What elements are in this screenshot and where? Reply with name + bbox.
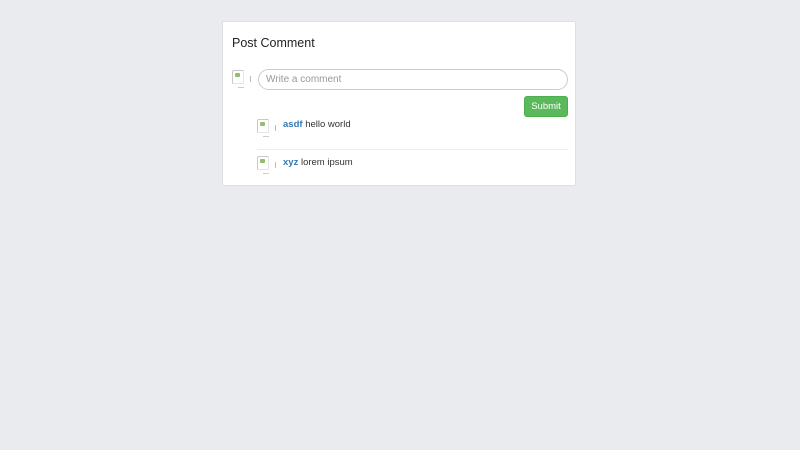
comment-body: asdf hello world bbox=[283, 119, 351, 130]
comment-avatar bbox=[257, 119, 276, 137]
broken-image-icon bbox=[257, 156, 269, 170]
comment-panel: Post Comment Submit asdf hello world xyz bbox=[222, 21, 576, 186]
comment-text: lorem ipsum bbox=[300, 157, 353, 168]
current-user-avatar bbox=[232, 70, 251, 88]
comment-author-link[interactable]: xyz bbox=[283, 157, 298, 168]
submit-button[interactable]: Submit bbox=[524, 96, 568, 117]
comment-item: asdf hello world bbox=[257, 118, 568, 149]
comment-list: asdf hello world xyz lorem ipsum bbox=[257, 118, 568, 180]
broken-image-icon bbox=[257, 119, 269, 133]
broken-image-icon bbox=[232, 70, 244, 84]
comment-avatar bbox=[257, 156, 276, 174]
comment-text: hello world bbox=[305, 119, 351, 130]
comment-body: xyz lorem ipsum bbox=[283, 157, 353, 168]
comment-item: xyz lorem ipsum bbox=[257, 149, 568, 180]
comment-input[interactable] bbox=[258, 69, 568, 90]
panel-title: Post Comment bbox=[232, 36, 315, 50]
comment-author-link[interactable]: asdf bbox=[283, 119, 303, 130]
